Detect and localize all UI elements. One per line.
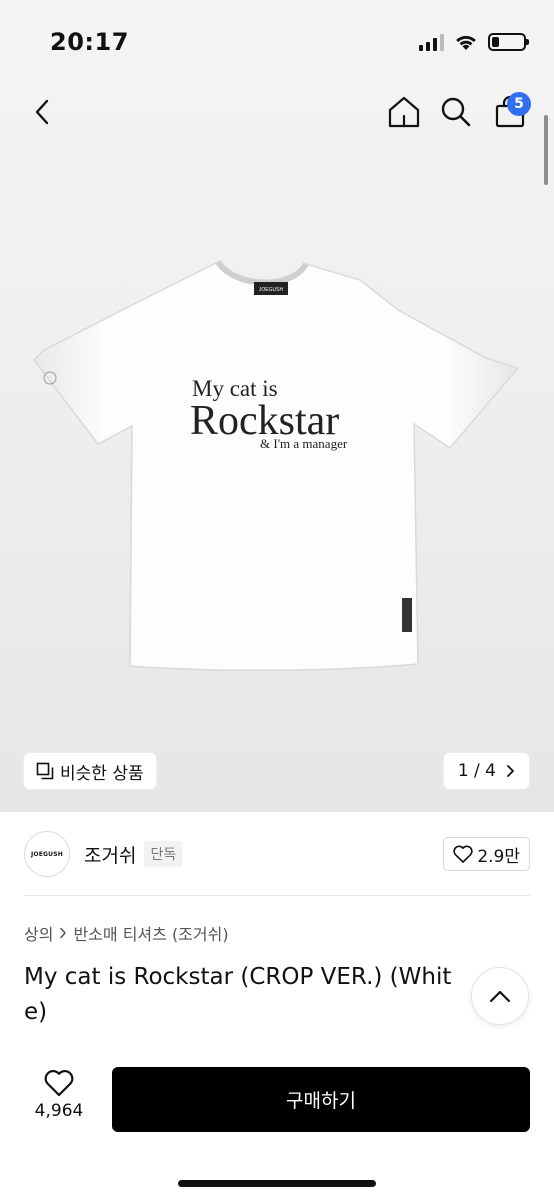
home-button[interactable] xyxy=(384,92,424,132)
heart-icon xyxy=(453,845,473,863)
shirt-print-line3: & I'm a manager xyxy=(260,436,348,451)
breadcrumb: 상의 반소매 티셔츠 (조거쉬) xyxy=(24,921,229,945)
wishlist-button[interactable]: 4,964 xyxy=(24,1069,94,1121)
wishlist-count: 4,964 xyxy=(34,1101,84,1121)
image-page-indicator[interactable]: 1 / 4 xyxy=(443,753,529,789)
neck-label: JOEGUSH xyxy=(259,287,284,293)
page-indicator-text: 1 / 4 xyxy=(457,761,496,781)
brand-name[interactable]: 조거쉬 xyxy=(84,841,136,868)
chevron-right-icon xyxy=(60,927,67,939)
back-button[interactable] xyxy=(24,94,60,130)
scrollbar[interactable] xyxy=(544,115,548,185)
brand-like-button[interactable]: 2.9만 xyxy=(443,837,530,871)
search-icon xyxy=(441,97,471,127)
similar-products-label: 비슷한 상품 xyxy=(60,763,144,784)
home-indicator xyxy=(178,1180,376,1187)
tshirt-product-image: JOEGUSH My cat is Rockstar & I'm a manag… xyxy=(33,260,520,672)
status-time: 20:17 xyxy=(50,28,129,56)
cellular-signal-icon xyxy=(419,33,444,51)
brand-logo[interactable]: JOEGUSH xyxy=(24,831,70,877)
brand-row: JOEGUSH 조거쉬 단독 2.9만 xyxy=(24,830,530,878)
home-icon xyxy=(388,96,420,128)
breadcrumb-subcategory[interactable]: 반소매 티셔츠 (조거쉬) xyxy=(73,921,228,945)
exclusive-tag: 단독 xyxy=(144,841,183,867)
copy-icon xyxy=(36,762,54,780)
cart-count-badge: 5 xyxy=(507,92,531,116)
battery-icon xyxy=(488,33,529,51)
product-title: My cat is Rockstar (CROP VER.) (White) xyxy=(24,964,452,1025)
top-nav xyxy=(0,86,554,142)
search-button[interactable] xyxy=(436,92,476,132)
breadcrumb-category[interactable]: 상의 xyxy=(24,921,53,945)
scroll-to-top-button[interactable] xyxy=(471,967,529,1025)
brand-logo-text: JOEGUSH xyxy=(31,850,63,858)
buy-button[interactable]: 구매하기 xyxy=(112,1067,530,1132)
buy-button-label: 구매하기 xyxy=(286,1090,356,1112)
heart-icon xyxy=(44,1069,74,1097)
divider xyxy=(24,895,530,896)
status-bar: 20:17 xyxy=(0,0,554,86)
chevron-left-icon xyxy=(35,99,49,125)
bottom-purchase-bar: 4,964 구매하기 xyxy=(0,1055,554,1200)
similar-products-button[interactable]: 비슷한 상품 xyxy=(24,753,156,789)
chevron-up-icon xyxy=(489,990,511,1003)
wifi-icon xyxy=(456,35,476,50)
status-icons xyxy=(419,33,529,51)
chevron-right-icon xyxy=(507,765,514,777)
brand-like-count: 2.9만 xyxy=(477,846,520,867)
